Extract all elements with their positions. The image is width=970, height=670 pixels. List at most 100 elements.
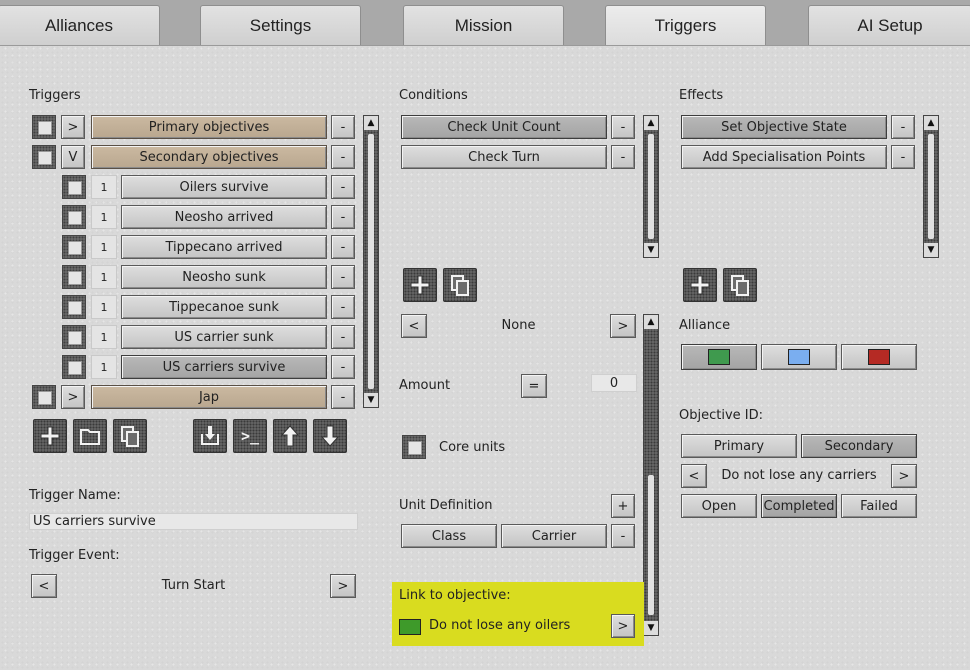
console-button[interactable]: >_ bbox=[233, 419, 267, 453]
objective-state-completed-button[interactable]: Completed bbox=[761, 494, 837, 518]
remove-button[interactable]: - bbox=[891, 145, 915, 169]
condition-selector-prev-button[interactable]: < bbox=[401, 314, 427, 338]
remove-button[interactable]: - bbox=[611, 524, 635, 548]
trigger-item-oilers-survive[interactable]: Oilers survive bbox=[121, 175, 327, 199]
trigger-checkbox[interactable] bbox=[62, 175, 86, 199]
scroll-thumb[interactable] bbox=[368, 134, 374, 389]
trigger-group-secondary-objectives[interactable]: Secondary objectives bbox=[91, 145, 327, 169]
trigger-checkbox[interactable] bbox=[32, 385, 56, 409]
link-objective-next-button[interactable]: > bbox=[611, 614, 635, 638]
condition-check-unit-count[interactable]: Check Unit Count bbox=[401, 115, 607, 139]
tab-alliances[interactable]: Alliances bbox=[0, 5, 160, 45]
copy-trigger-button[interactable] bbox=[113, 419, 147, 453]
trigger-checkbox[interactable] bbox=[62, 235, 86, 259]
condition-detail-scrollbar[interactable]: ▲ ▼ bbox=[643, 314, 659, 636]
remove-button[interactable]: - bbox=[611, 145, 635, 169]
unit-definition-label: Unit Definition bbox=[399, 498, 493, 513]
add-icon bbox=[690, 275, 710, 295]
import-button[interactable] bbox=[193, 419, 227, 453]
triggers-scrollbar[interactable]: ▲ ▼ bbox=[363, 115, 379, 408]
trigger-name-input[interactable]: US carriers survive bbox=[29, 513, 358, 530]
amount-label: Amount bbox=[399, 378, 451, 393]
remove-button[interactable]: - bbox=[891, 115, 915, 139]
trigger-item-us-carriers-survive[interactable]: US carriers survive bbox=[121, 355, 327, 379]
copy-effect-button[interactable] bbox=[723, 268, 757, 302]
trigger-item-tippecanoe-sunk[interactable]: Tippecanoe sunk bbox=[121, 295, 327, 319]
objective-primary-button[interactable]: Primary bbox=[681, 434, 797, 458]
scroll-thumb[interactable] bbox=[648, 475, 654, 615]
trigger-item-tippecano-arrived[interactable]: Tippecano arrived bbox=[121, 235, 327, 259]
add-folder-button[interactable] bbox=[73, 419, 107, 453]
tab-ai-setup[interactable]: AI Setup bbox=[808, 5, 970, 45]
add-effect-button[interactable] bbox=[683, 268, 717, 302]
trigger-event-next-button[interactable]: > bbox=[330, 574, 356, 598]
scroll-up-arrow[interactable]: ▲ bbox=[364, 116, 378, 130]
trigger-group-jap[interactable]: Jap bbox=[91, 385, 327, 409]
alliance-red-button[interactable] bbox=[841, 344, 917, 370]
objective-state-failed-button[interactable]: Failed bbox=[841, 494, 917, 518]
effects-scrollbar[interactable]: ▲ ▼ bbox=[923, 115, 939, 258]
trigger-group-primary-objectives[interactable]: Primary objectives bbox=[91, 115, 327, 139]
add-condition-button[interactable] bbox=[403, 268, 437, 302]
remove-button[interactable]: - bbox=[331, 325, 355, 349]
trigger-checkbox[interactable] bbox=[62, 355, 86, 379]
scroll-down-arrow[interactable]: ▼ bbox=[924, 243, 938, 257]
trigger-item-us-carrier-sunk[interactable]: US carrier sunk bbox=[121, 325, 327, 349]
trigger-checkbox[interactable] bbox=[62, 265, 86, 289]
alliance-color-swatch bbox=[868, 349, 890, 365]
collapse-button[interactable]: V bbox=[61, 145, 85, 169]
trigger-checkbox[interactable] bbox=[62, 325, 86, 349]
amount-operator-button[interactable]: = bbox=[521, 374, 547, 398]
scroll-down-arrow[interactable]: ▼ bbox=[644, 621, 658, 635]
effect-set-objective-state[interactable]: Set Objective State bbox=[681, 115, 887, 139]
alliance-blue-button[interactable] bbox=[761, 344, 837, 370]
trigger-checkbox[interactable] bbox=[32, 145, 56, 169]
conditions-scrollbar[interactable]: ▲ ▼ bbox=[643, 115, 659, 258]
scroll-down-arrow[interactable]: ▼ bbox=[364, 393, 378, 407]
effect-add-specialisation-points[interactable]: Add Specialisation Points bbox=[681, 145, 887, 169]
expand-button[interactable]: > bbox=[61, 385, 85, 409]
add-trigger-button[interactable] bbox=[33, 419, 67, 453]
trigger-item-neosho-sunk[interactable]: Neosho sunk bbox=[121, 265, 327, 289]
remove-button[interactable]: - bbox=[331, 205, 355, 229]
trigger-item-neosho-arrived[interactable]: Neosho arrived bbox=[121, 205, 327, 229]
scroll-down-arrow[interactable]: ▼ bbox=[644, 243, 658, 257]
remove-button[interactable]: - bbox=[331, 295, 355, 319]
remove-button[interactable]: - bbox=[331, 355, 355, 379]
tab-mission[interactable]: Mission bbox=[403, 5, 564, 45]
copy-condition-button[interactable] bbox=[443, 268, 477, 302]
objective-prev-button[interactable]: < bbox=[681, 464, 707, 488]
remove-button[interactable]: - bbox=[331, 235, 355, 259]
trigger-checkbox[interactable] bbox=[62, 205, 86, 229]
tab-triggers[interactable]: Triggers bbox=[605, 5, 766, 45]
unit-class-button[interactable]: Class bbox=[401, 524, 497, 548]
expand-button[interactable]: > bbox=[61, 115, 85, 139]
scroll-thumb[interactable] bbox=[928, 134, 934, 239]
add-unit-definition-button[interactable]: + bbox=[611, 494, 635, 518]
unit-type-button[interactable]: Carrier bbox=[501, 524, 607, 548]
core-units-checkbox[interactable] bbox=[402, 435, 426, 459]
objective-secondary-button[interactable]: Secondary bbox=[801, 434, 917, 458]
condition-selector-next-button[interactable]: > bbox=[610, 314, 636, 338]
trigger-checkbox[interactable] bbox=[62, 295, 86, 319]
objective-next-button[interactable]: > bbox=[891, 464, 917, 488]
objective-state-open-button[interactable]: Open bbox=[681, 494, 757, 518]
trigger-event-prev-button[interactable]: < bbox=[31, 574, 57, 598]
remove-button[interactable]: - bbox=[331, 145, 355, 169]
remove-button[interactable]: - bbox=[331, 115, 355, 139]
remove-button[interactable]: - bbox=[331, 385, 355, 409]
scroll-up-arrow[interactable]: ▲ bbox=[644, 315, 658, 329]
condition-check-turn[interactable]: Check Turn bbox=[401, 145, 607, 169]
tab-settings[interactable]: Settings bbox=[200, 5, 361, 45]
trigger-checkbox[interactable] bbox=[32, 115, 56, 139]
move-up-button[interactable] bbox=[273, 419, 307, 453]
alliance-green-button[interactable] bbox=[681, 344, 757, 370]
scroll-thumb[interactable] bbox=[648, 134, 654, 239]
remove-button[interactable]: - bbox=[331, 265, 355, 289]
remove-button[interactable]: - bbox=[331, 175, 355, 199]
remove-button[interactable]: - bbox=[611, 115, 635, 139]
amount-input[interactable]: 0 bbox=[591, 374, 637, 392]
move-down-button[interactable] bbox=[313, 419, 347, 453]
scroll-up-arrow[interactable]: ▲ bbox=[644, 116, 658, 130]
scroll-up-arrow[interactable]: ▲ bbox=[924, 116, 938, 130]
